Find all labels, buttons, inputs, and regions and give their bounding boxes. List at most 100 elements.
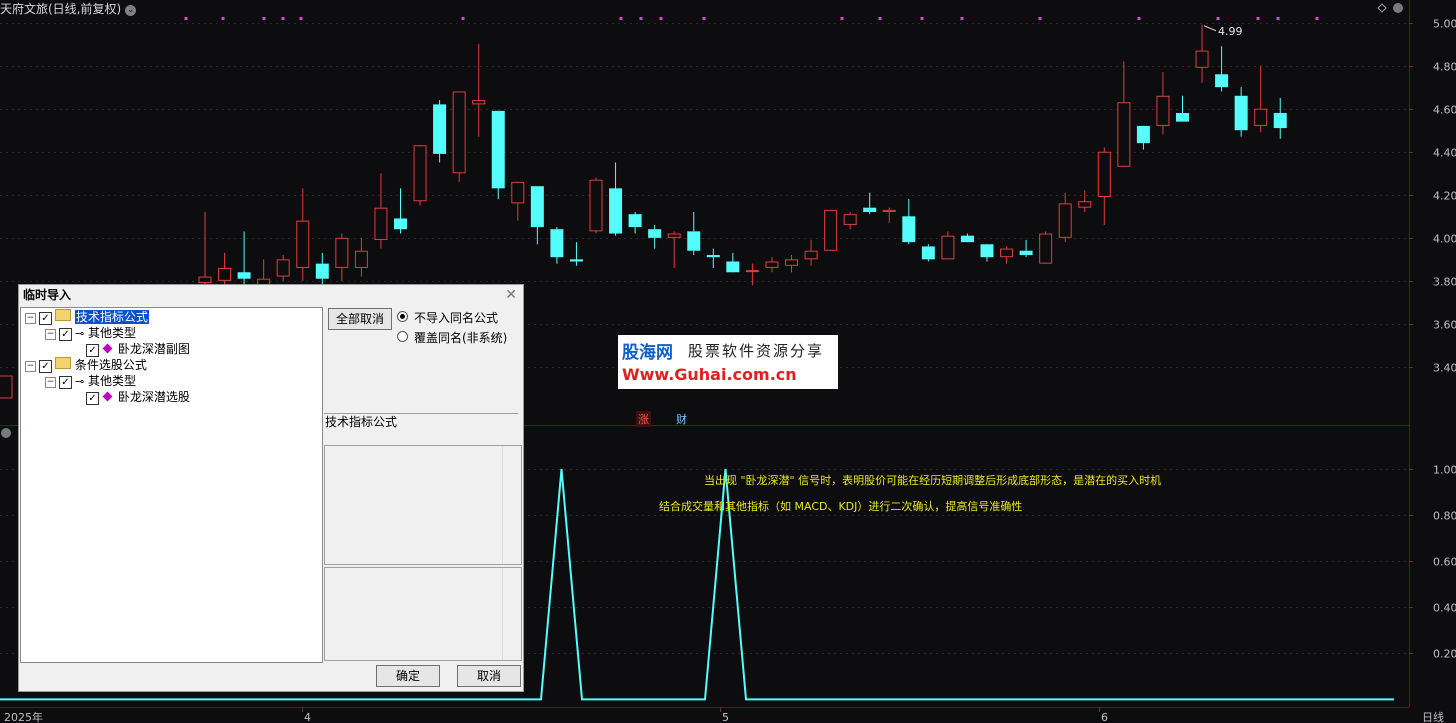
checkbox-icon[interactable]: ✓ [39, 312, 52, 325]
cancel-button[interactable]: 取消 [457, 665, 521, 687]
period-label: 日线 [1422, 710, 1444, 723]
zhang-badge[interactable]: 涨 [636, 411, 651, 427]
candle-body [237, 272, 251, 279]
radio-icon[interactable] [397, 311, 408, 322]
candle-body [765, 261, 779, 268]
time-axis-label: 4 [304, 711, 311, 723]
candle-body [687, 231, 701, 251]
candle-body [296, 220, 310, 268]
candle-body [980, 244, 994, 258]
candle-body [1136, 125, 1150, 144]
tree-label[interactable]: 卧龙深潜选股 [118, 390, 190, 404]
ok-button[interactable]: 确定 [376, 665, 440, 687]
scrollbar[interactable] [502, 568, 521, 660]
close-icon[interactable]: ✕ [505, 285, 517, 305]
event-marker [639, 17, 643, 20]
candle-body [433, 104, 447, 154]
indicator-tick-label: 0.20 [1433, 648, 1456, 661]
event-marker [920, 17, 924, 20]
event-marker [461, 17, 465, 20]
checkbox-icon[interactable]: ✓ [86, 344, 99, 357]
description-box[interactable] [324, 445, 522, 565]
candle [491, 110, 505, 200]
event-marker [702, 17, 706, 20]
tree-label[interactable]: 其他类型 [88, 374, 136, 388]
detail-box[interactable] [324, 567, 522, 661]
radio-overwrite[interactable]: 覆盖同名(非系统) [397, 329, 507, 346]
candle-body [335, 237, 349, 268]
candle-body [921, 246, 935, 260]
tree-node-select[interactable]: − ✓ 条件选股公式 [25, 357, 147, 373]
checkbox-icon[interactable]: ✓ [59, 376, 72, 389]
candle-body [1156, 95, 1170, 126]
event-marker [619, 17, 623, 20]
tree-label-select[interactable]: 条件选股公式 [75, 358, 147, 372]
event-marker [281, 17, 285, 20]
price-tick-label: 4.60 [1433, 104, 1456, 117]
collapse-icon[interactable]: − [45, 377, 56, 388]
checkbox-icon[interactable]: ✓ [86, 392, 99, 405]
collapse-icon[interactable]: − [45, 329, 56, 340]
annotation-line-1: 当出现 "卧龙深潜" 信号时，表明股价可能在经历短期调整后形成底部形态，是潜在的… [704, 474, 1162, 487]
candle-body [941, 235, 955, 260]
indicator-tick-label: 0.40 [1433, 602, 1456, 615]
indicator-tick-label: 0.60 [1433, 556, 1456, 569]
indicator-tick-label: 1.00 [1433, 464, 1456, 477]
price-tick-label: 4.00 [1433, 233, 1456, 246]
candle-body [1254, 108, 1268, 126]
collapse-icon[interactable]: − [25, 313, 36, 324]
candle-body [354, 250, 368, 268]
tree-node-tech-other[interactable]: − ✓ ⊸ 其他类型 [45, 325, 136, 341]
candle-body [1097, 151, 1111, 197]
candle-body [706, 255, 720, 258]
tree-label[interactable]: 其他类型 [88, 326, 136, 340]
candle-body [628, 214, 642, 228]
radio-icon[interactable] [397, 331, 408, 342]
event-marker [878, 17, 882, 20]
indicator-toggle-icon [1, 428, 11, 438]
price-tick-label: 3.60 [1433, 319, 1456, 332]
event-marker [262, 17, 266, 20]
price-tick-label: 5.00 [1433, 18, 1456, 31]
collapse-icon[interactable]: − [25, 361, 36, 372]
event-marker [1137, 17, 1141, 20]
radio-skip-duplicates[interactable]: 不导入同名公式 [397, 309, 498, 326]
annotation-line-2: 结合成交量和其他指标（如 MACD、KDJ）进行二次确认，提高信号准确性 [659, 500, 1023, 513]
chevron-down-icon[interactable]: ⌄ [125, 5, 137, 16]
radio-label: 不导入同名公式 [414, 311, 499, 325]
candle-body [1234, 95, 1248, 131]
event-marker [1038, 17, 1042, 20]
checkbox-icon[interactable]: ✓ [59, 328, 72, 341]
candle-body [472, 100, 486, 105]
candle-body [569, 259, 583, 262]
candle-body [491, 110, 505, 189]
candle-body [785, 259, 798, 266]
price-tick-label: 4.80 [1433, 61, 1456, 74]
key-icon: ⊸ [75, 327, 85, 340]
candle-body [374, 207, 388, 240]
checkbox-icon[interactable]: ✓ [39, 360, 52, 373]
tree-label-tech[interactable]: 技术指标公式 [74, 310, 149, 324]
tree-node-select-leaf[interactable]: ✓ 卧龙深潜选股 [83, 389, 190, 405]
candle [433, 100, 447, 163]
watermark-url: Www.Guhai.com.cn [622, 365, 797, 384]
tree-node-tech-leaf[interactable]: ✓ 卧龙深潜副图 [83, 341, 190, 357]
tree-node-select-other[interactable]: − ✓ ⊸ 其他类型 [45, 373, 136, 389]
candle-body [863, 207, 877, 212]
import-dialog: 临时导入 ✕ − ✓ 技术指标公式 − ✓ ⊸ 其他类型 ✓ 卧龙深潜副图 − ✓ 条件… [18, 284, 524, 692]
tree-label[interactable]: 卧龙深潜副图 [118, 342, 190, 356]
formula-tree[interactable]: − ✓ 技术指标公式 − ✓ ⊸ 其他类型 ✓ 卧龙深潜副图 − ✓ 条件选股公式 − ✓… [20, 307, 323, 663]
candle-body [882, 209, 896, 212]
candle-body [550, 229, 564, 258]
time-axis-label: 2025年 [4, 710, 43, 723]
cancel-all-button[interactable]: 全部取消 [328, 308, 392, 330]
dialog-title: 临时导入 [23, 288, 72, 302]
scrollbar[interactable] [502, 446, 521, 564]
candle [1039, 231, 1053, 264]
candle-body [413, 145, 427, 202]
tree-node-tech[interactable]: − ✓ 技术指标公式 [25, 309, 149, 325]
candle-body [1117, 102, 1131, 167]
candle-body [1058, 203, 1072, 238]
cai-badge[interactable]: 财 [676, 411, 687, 427]
candle-body [648, 229, 662, 238]
